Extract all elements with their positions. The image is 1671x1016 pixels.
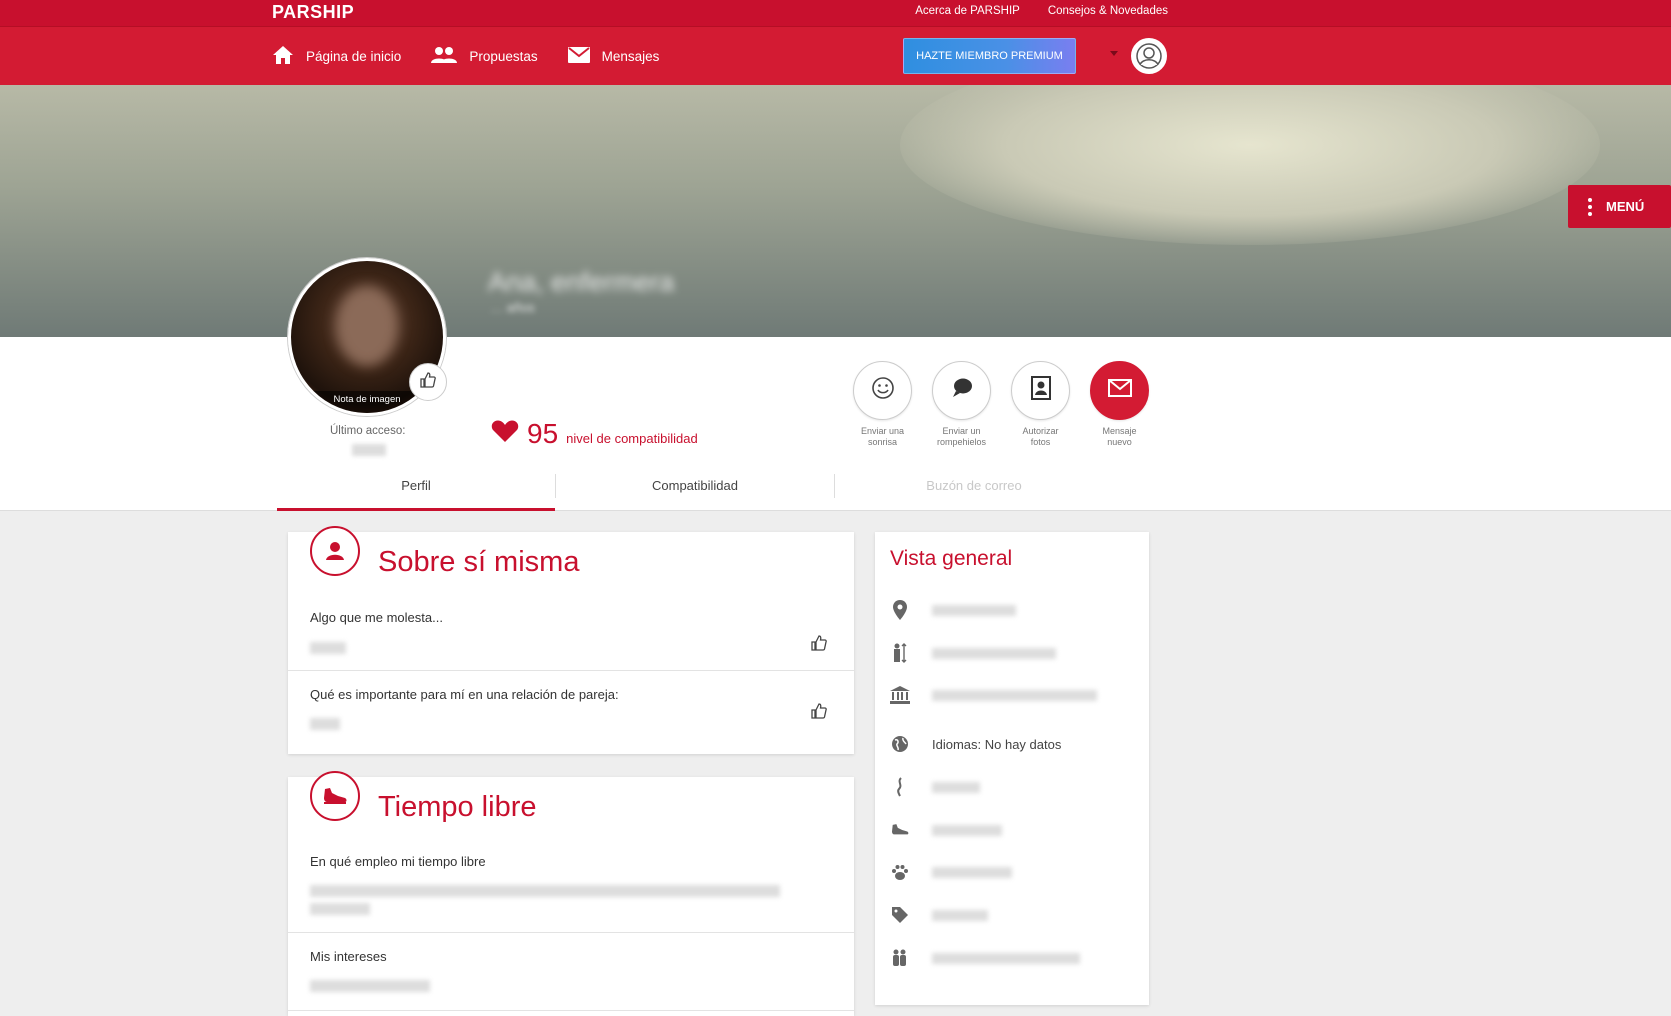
- tag-icon: [890, 905, 910, 925]
- profile-age: … años: [490, 300, 535, 315]
- send-icebreaker-button[interactable]: Enviar un rompehielos: [932, 361, 991, 448]
- authorize-photos-label-2: fotos: [1030, 437, 1051, 447]
- smoking-icon: [890, 777, 910, 797]
- freetime-question-1: En qué empleo mi tiempo libre: [310, 854, 486, 869]
- main-nav: Página de inicio Propuestas Mensajes HAZ…: [0, 26, 1671, 85]
- premium-button[interactable]: HAZTE MIEMBRO PREMIUM: [903, 38, 1076, 74]
- divider: [288, 932, 854, 933]
- heart-icon: [491, 419, 519, 448]
- paw-icon: [890, 862, 910, 882]
- about-title: Sobre sí misma: [378, 546, 580, 578]
- last-access-label: Último acceso:: [330, 425, 406, 437]
- nav-proposals-label: Propuestas: [469, 49, 538, 64]
- tab-mailbox: Buzón de correo: [926, 478, 1022, 493]
- new-message-label-1: Mensaje: [1102, 426, 1137, 436]
- profile-banner: MENÚ Ana, enfermera … años: [0, 85, 1671, 337]
- languages-text: Idiomas: No hay datos: [932, 736, 1062, 752]
- new-message-button[interactable]: Mensaje nuevo: [1090, 361, 1149, 448]
- parship-logo[interactable]: PARSHIP: [272, 2, 354, 23]
- about-question-2: Qué es importante para mí en una relació…: [310, 687, 619, 702]
- overview-family: [890, 948, 1080, 968]
- nav-proposals[interactable]: Propuestas: [431, 46, 538, 67]
- nav-messages[interactable]: Mensajes: [567, 47, 660, 66]
- about-question-1: Algo que me molesta...: [310, 610, 443, 625]
- divider: [288, 670, 854, 671]
- envelope-icon: [1107, 379, 1132, 402]
- overview-languages: Idiomas: No hay datos: [890, 734, 1061, 754]
- freetime-question-2: Mis intereses: [310, 949, 387, 964]
- profile-actions: Enviar una sonrisa Enviar un rompehielos A…: [853, 361, 1149, 448]
- menu-label: MENÚ: [1606, 199, 1645, 214]
- send-icebreaker-label-1: Enviar un: [942, 426, 981, 436]
- thumb-up-icon: [810, 702, 828, 725]
- chat-bubble-icon: [950, 376, 974, 405]
- nav-home-label: Página de inicio: [306, 49, 402, 64]
- freetime-answer-2: [310, 980, 430, 992]
- about-answer-2: [310, 718, 340, 730]
- compatibility-score: 95 nivel de compatibilidad: [491, 418, 698, 450]
- people-icon: [431, 46, 458, 67]
- height-icon: [890, 643, 910, 663]
- send-icebreaker-label-2: rompehielos: [936, 437, 987, 447]
- smile-icon: [871, 376, 895, 405]
- about-card: Sobre sí misma Algo que me molesta... Qu…: [288, 526, 854, 754]
- send-smile-label-1: Enviar una: [860, 426, 905, 436]
- last-access-value: [352, 444, 386, 456]
- like-photo-button[interactable]: [409, 363, 447, 401]
- compatibility-label: nivel de compatibilidad: [566, 431, 698, 446]
- family-icon: [890, 948, 910, 968]
- overview-education: [890, 685, 1097, 705]
- home-icon: [272, 45, 294, 68]
- compatibility-value: 95: [527, 418, 559, 449]
- nav-home[interactable]: Página de inicio: [272, 45, 401, 68]
- freetime-title: Tiempo libre: [378, 791, 537, 823]
- thumb-up-icon: [419, 371, 437, 394]
- send-smile-button[interactable]: Enviar una sonrisa: [853, 361, 912, 448]
- sport-shoe-icon: [890, 820, 910, 840]
- new-message-label-2: nuevo: [1107, 437, 1132, 447]
- thumb-up-icon: [810, 634, 828, 657]
- overview-height: [890, 643, 1056, 663]
- freetime-card: Tiempo libre En qué empleo mi tiempo lib…: [288, 771, 854, 1016]
- about-answer-1: [310, 642, 346, 654]
- person-icon: [310, 526, 360, 576]
- profile-tabs: Perfil Compatibilidad Buzón de correo: [277, 474, 1152, 511]
- menu-button[interactable]: MENÚ: [1568, 185, 1671, 228]
- tips-news-link[interactable]: Consejos & Novedades: [1048, 5, 1168, 17]
- overview-title: Vista general: [890, 547, 1013, 570]
- kebab-menu-icon: [1588, 197, 1592, 216]
- location-pin-icon: [890, 600, 910, 620]
- photo-icon: [1030, 376, 1052, 405]
- overview-tags: [890, 905, 988, 925]
- authorize-photos-button[interactable]: Autorizar fotos: [1011, 361, 1070, 448]
- globe-icon: [890, 734, 910, 754]
- user-avatar-icon[interactable]: [1131, 38, 1167, 74]
- overview-sport: [890, 820, 1002, 840]
- mail-icon: [567, 47, 590, 66]
- overview-smoking: [890, 777, 980, 797]
- freetime-answer-1-line-2: [310, 903, 370, 915]
- about-parship-link[interactable]: Acerca de PARSHIP: [915, 5, 1020, 17]
- chevron-down-icon[interactable]: [1110, 51, 1118, 56]
- authorize-photos-label-1: Autorizar: [1022, 426, 1059, 436]
- education-icon: [890, 685, 910, 705]
- divider: [288, 1010, 854, 1011]
- top-links: Acerca de PARSHIP Consejos & Novedades: [915, 5, 1168, 17]
- freetime-answer-1: [310, 885, 780, 897]
- profile-name: Ana, enfermera: [488, 267, 675, 297]
- like-answer-button[interactable]: [808, 634, 830, 656]
- like-answer-button[interactable]: [808, 702, 830, 724]
- top-bar: PARSHIP Acerca de PARSHIP Consejos & Nov…: [0, 0, 1671, 26]
- overview-location: [890, 600, 1016, 620]
- overview-pets: [890, 862, 1012, 882]
- overview-card: Vista general Idiomas: No hay datos: [875, 532, 1149, 1005]
- tab-profile[interactable]: Perfil: [277, 474, 555, 511]
- send-smile-label-2: sonrisa: [867, 437, 897, 447]
- nav-messages-label: Mensajes: [601, 49, 660, 64]
- tab-compatibility[interactable]: Compatibilidad: [556, 474, 834, 511]
- sport-shoe-icon: [310, 771, 360, 821]
